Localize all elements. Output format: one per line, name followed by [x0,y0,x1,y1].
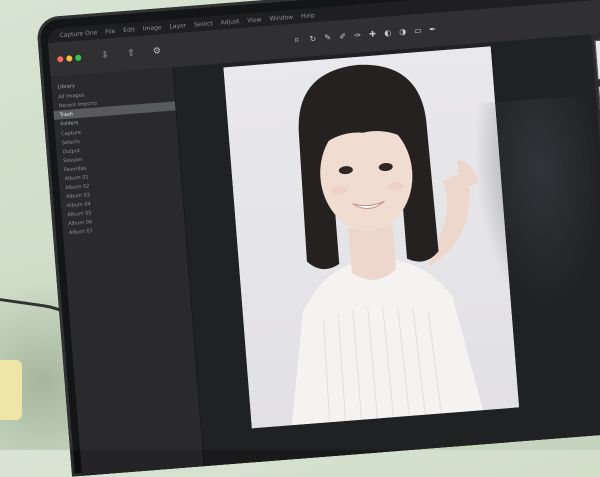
menu-item-image[interactable]: Image [143,24,162,32]
sidebar-item-label: Output [62,147,80,154]
sidebar-item-label: Album 02 [65,183,89,191]
sidebar-item-label: Album 06 [68,219,92,227]
clone-icon[interactable]: ◐ [384,29,393,38]
mask-icon[interactable]: ◑ [399,28,408,37]
sidebar-item-label: Capture [61,129,81,137]
workspace: LibraryAll ImagesRecent ImportsTrashFold… [51,31,600,476]
menu-item-adjust[interactable]: Adjust [220,18,239,26]
maximize-button[interactable] [75,55,81,61]
export-icon[interactable]: ⇧ [123,46,140,61]
minimize-button[interactable] [66,55,72,61]
tool-palette: ⌗ ↻ ✎ ✐ ✑ ✚ ◐ ◑ ▭ ✒ [294,26,437,45]
crop-icon[interactable]: ⌗ [294,36,303,45]
rotate-icon[interactable]: ↻ [309,35,318,44]
menu-item-window[interactable]: Window [269,13,293,22]
sidebar-item-label: Selects [62,138,80,145]
sidebar-item-label: Favorites [64,165,87,173]
menu-item-edit[interactable]: Edit [123,26,135,34]
close-button[interactable] [57,56,63,62]
text-icon[interactable]: ✒ [429,26,438,35]
image-viewer[interactable] [173,31,600,466]
eyedropper-icon[interactable]: ✑ [354,31,363,40]
import-icon[interactable]: ⇩ [97,48,114,63]
menu-item-select[interactable]: Select [194,20,213,28]
sidebar-item-label: Album 03 [66,192,90,200]
menu-item-layer[interactable]: Layer [169,22,186,30]
menu-item-file[interactable]: File [105,27,116,35]
sidebar-item-label: Album 05 [67,210,91,218]
portrait-illustration [223,46,519,428]
filmstrip-thumbnail[interactable] [594,38,600,80]
sidebar-item-label: Album 01 [64,174,88,182]
sidebar-item-label: Trash [59,111,73,118]
portrait-photo[interactable] [223,46,519,428]
brush-icon[interactable]: ✎ [324,34,333,43]
menu-item-view[interactable]: View [247,16,262,24]
menu-item-capture-one[interactable]: Capture One [59,29,97,39]
filmstrip [591,32,600,434]
pen-icon[interactable]: ✐ [339,33,348,42]
sidebar-item-label: Session [63,156,82,163]
screen: Capture One File Edit Image Layer Select Adjus… [47,0,600,476]
eraser-icon[interactable]: ▭ [414,27,423,36]
sticky-note [0,360,22,420]
laptop-screen-bezel: Capture One File Edit Image Layer Select Adjus… [36,0,600,477]
menu-item-help[interactable]: Help [301,12,315,20]
heal-icon[interactable]: ✚ [369,30,378,39]
sidebar-item-label: Album 04 [67,201,91,209]
settings-icon[interactable]: ⚙ [148,44,165,59]
window-controls [57,55,81,63]
sidebar-item-label: Album 07 [69,228,93,236]
